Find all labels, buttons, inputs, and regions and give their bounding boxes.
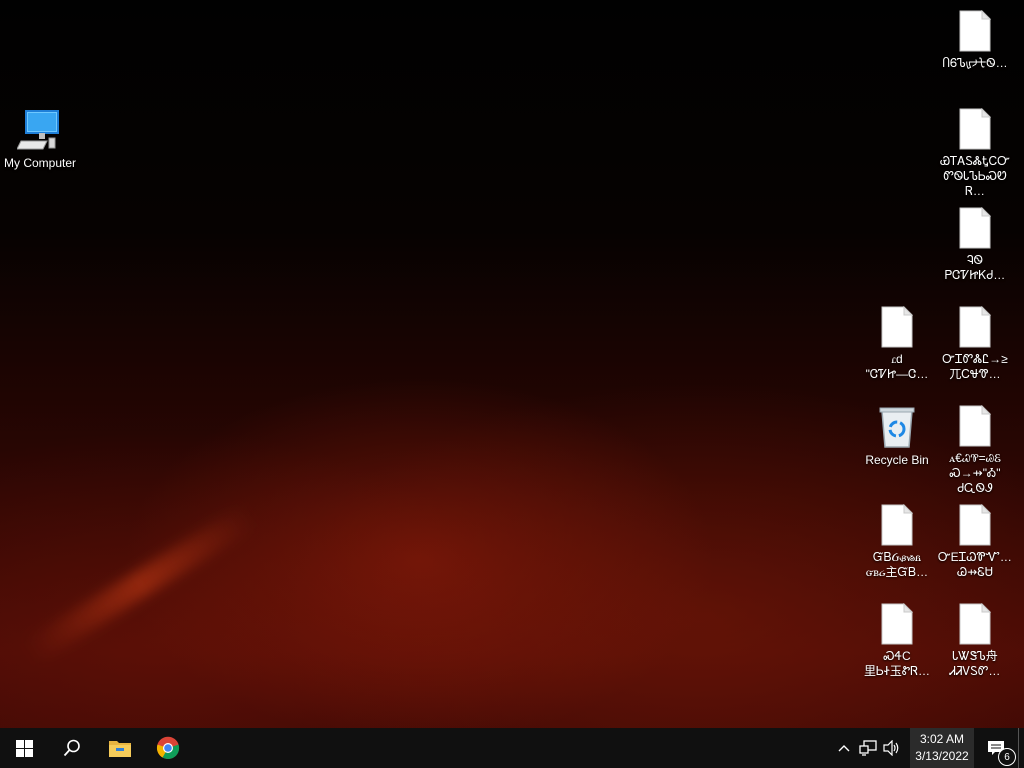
- file-explorer-button[interactable]: [96, 728, 144, 768]
- my-computer-label: My Computer: [3, 156, 77, 170]
- speaker-icon: [883, 740, 899, 756]
- computer-icon: [17, 110, 59, 150]
- desktop-file-7[interactable]: ᏳᏴᏵᏸᏹᏺ ᏻᏼᏽ主ᏳᏴ…: [857, 504, 937, 580]
- desktop-file-5[interactable]: ᏅᏆᏛᏜᏝ→≥ 兀ᏟᏠᏡ…: [935, 306, 1015, 382]
- file-label: ꭺ€ᏇᏈ=ᏊᏋ Ꮝ→⇸"Ꭳ" ᏧᏩᏫᏭ: [949, 451, 1001, 495]
- search-button[interactable]: [48, 728, 96, 768]
- chrome-icon: [156, 736, 180, 760]
- desktop-file-3[interactable]: ᎸᏫ ᏢᏣᏤᏥᏦᏧ…: [935, 207, 1015, 283]
- file-icon: [959, 10, 991, 52]
- file-label: ႶᏮᏖᡁᢣᡫᏫ…: [942, 56, 1008, 70]
- desktop-icon-my-computer[interactable]: My Computer: [0, 108, 80, 171]
- file-label: ᎸᏫ ᏢᏣᏤᏥᏦᏧ…: [944, 253, 1006, 282]
- file-icon: [881, 504, 913, 546]
- clock-time: 3:02 AM: [919, 732, 965, 746]
- desktop-file-9[interactable]: ᏍᏎC 里ᏏᏐ玉ᏑᏒ…: [857, 603, 937, 679]
- file-label: ꮭd "ᏣᏤᏥ—Ꮳ…: [865, 352, 929, 381]
- notification-count-badge: 6: [998, 748, 1016, 766]
- file-icon: [959, 405, 991, 447]
- desktop-file-4[interactable]: ꮭd "ᏣᏤᏥ—Ꮳ…: [857, 306, 937, 382]
- taskbar: 3:02 AM 3/13/2022 6: [0, 728, 1024, 768]
- desktop-file-2[interactable]: ᏯᎢᎪᏚᏜᎿᏟᏅ ᏛᏫᏓᏖᏏᏍᏬᏒ…: [935, 108, 1015, 199]
- file-explorer-icon: [109, 741, 131, 757]
- start-button[interactable]: [0, 728, 48, 768]
- file-icon: [959, 207, 991, 249]
- file-label: ᏅEᏆᏇᏈᏉ… Ꮚ⇸ᏋᏌ: [938, 550, 1012, 579]
- search-icon: [63, 739, 80, 757]
- desktop-file-8[interactable]: ᏅEᏆᏇᏈᏉ… Ꮚ⇸ᏋᏌ: [935, 504, 1015, 580]
- volume-button[interactable]: [880, 728, 904, 768]
- action-center-button[interactable]: 6: [974, 728, 1018, 768]
- wallpaper-streak: [23, 504, 258, 665]
- file-icon: [959, 504, 991, 546]
- file-icon: [959, 108, 991, 150]
- clock-date: 3/13/2022: [915, 749, 969, 763]
- chrome-button[interactable]: [144, 728, 192, 768]
- file-label: ᏍᏎC 里ᏏᏐ玉ᏑᏒ…: [864, 649, 930, 678]
- chevron-up-icon: [838, 745, 850, 752]
- network-button[interactable]: [856, 728, 880, 768]
- recycle-bin-label: Recycle Bin: [865, 453, 929, 467]
- system-tray: 3:02 AM 3/13/2022 6: [832, 728, 1024, 768]
- show-hidden-icons-button[interactable]: [832, 728, 856, 768]
- desktop-icon-recycle-bin[interactable]: Recycle Bin: [857, 405, 937, 468]
- windows-start-icon: [15, 739, 33, 757]
- recycle-bin-icon: [879, 407, 915, 448]
- file-icon: [959, 306, 991, 348]
- file-icon: [959, 603, 991, 645]
- desktop-file-1[interactable]: ႶᏮᏖᡁᢣᡫᏫ…: [935, 10, 1015, 71]
- file-label: ᏯᎢᎪᏚᏜᎿᏟᏅ ᏛᏫᏓᏖᏏᏍᏬᏒ…: [940, 154, 1010, 198]
- file-label: ᏳᏴᏵᏸᏹᏺ ᏻᏼᏽ主ᏳᏴ…: [865, 550, 929, 579]
- desktop-file-10[interactable]: ᏓᏔᏕᏖ舟 ᏗᏘᏙᏚᏛ…: [935, 603, 1015, 679]
- clock-button[interactable]: 3:02 AM 3/13/2022: [910, 728, 974, 768]
- show-desktop-button[interactable]: [1018, 728, 1024, 768]
- file-icon: [881, 603, 913, 645]
- file-icon: [881, 306, 913, 348]
- desktop-file-6[interactable]: ꭺ€ᏇᏈ=ᏊᏋ Ꮝ→⇸"Ꭳ" ᏧᏩᏫᏭ: [935, 405, 1015, 496]
- network-icon: [859, 740, 877, 756]
- file-label: ᏓᏔᏕᏖ舟 ᏗᏘᏙᏚᏛ…: [949, 649, 1001, 678]
- file-label: ᏅᏆᏛᏜᏝ→≥ 兀ᏟᏠᏡ…: [942, 352, 1008, 381]
